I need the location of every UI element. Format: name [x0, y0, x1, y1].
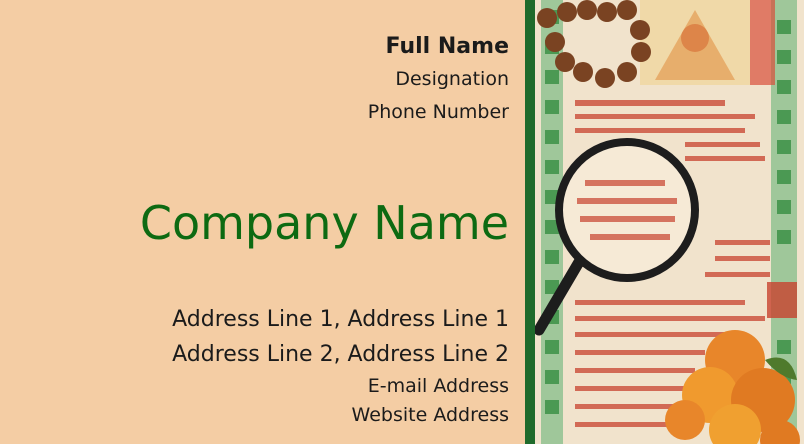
company-name: Company Name [139, 196, 509, 250]
almanac-photo [535, 0, 804, 444]
address-line-1: Address Line 1, Address Line 1 [172, 307, 509, 332]
address-line-2: Address Line 2, Address Line 2 [172, 342, 509, 367]
website-address: Website Address [351, 404, 509, 426]
almanac-illustration [535, 0, 804, 444]
business-card: Full Name Designation Phone Number Compa… [0, 0, 804, 444]
phone-number: Phone Number [367, 101, 509, 123]
designation: Designation [395, 68, 509, 90]
email-address: E-mail Address [367, 375, 509, 397]
full-name: Full Name [385, 34, 509, 59]
green-divider [525, 0, 535, 444]
